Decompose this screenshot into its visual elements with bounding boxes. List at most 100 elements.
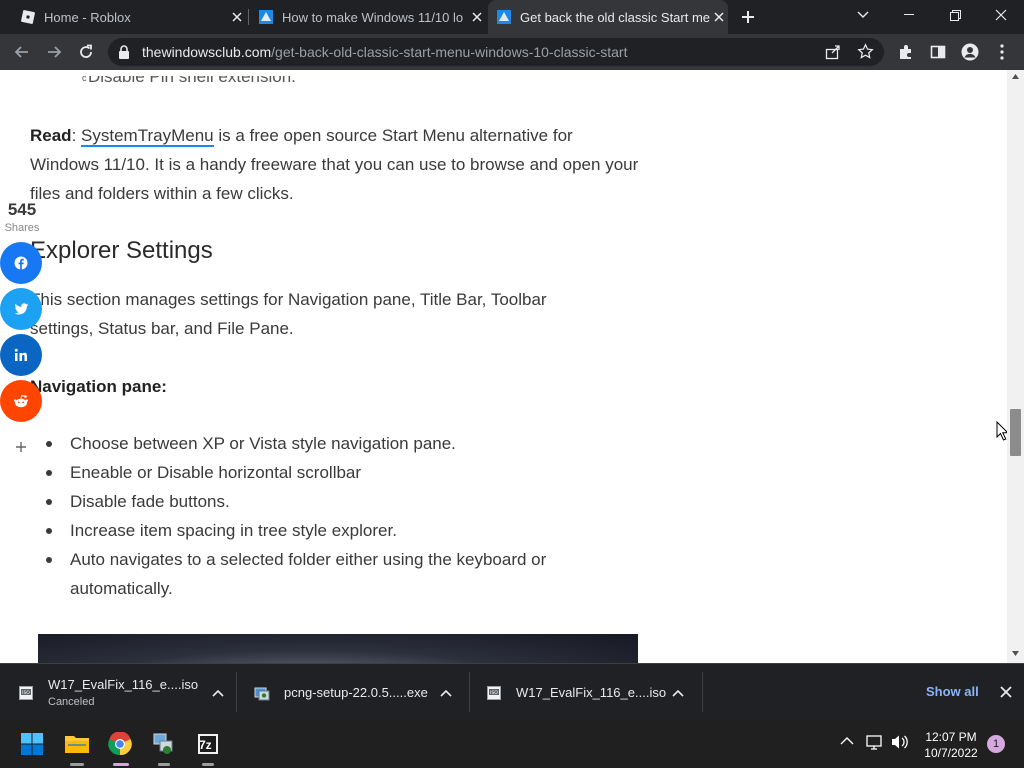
close-tab-icon[interactable] xyxy=(710,8,728,26)
download-filename: W17_EvalFix_116_e....iso xyxy=(48,677,199,692)
share-label: Shares xyxy=(4,222,40,234)
list-item: Eneable or Disable horizontal scrollbar xyxy=(30,458,610,487)
facebook-share-button[interactable] xyxy=(0,242,42,284)
explorer-settings-heading: Explorer Settings xyxy=(30,237,213,264)
windows-taskbar: 7z 12:07 PM 10/7/2022 1 xyxy=(0,720,1024,768)
download-divider xyxy=(469,672,470,712)
7zip-label: 7z xyxy=(199,738,212,752)
tab-windowsclub-lock[interactable]: How to make Windows 11/10 lo xyxy=(250,0,486,34)
clock-date: 10/7/2022 xyxy=(924,746,978,760)
running-indicator xyxy=(202,763,214,766)
volume-icon[interactable] xyxy=(891,734,909,750)
list-item: Disable fade buttons. xyxy=(30,487,610,516)
tab-roblox[interactable]: Home - Roblox xyxy=(12,0,246,34)
7zip-icon[interactable]: 7z xyxy=(192,728,224,760)
download-status: Canceled xyxy=(48,696,95,708)
systemtraymenu-link[interactable]: SystemTrayMenu xyxy=(81,126,214,147)
tab-divider xyxy=(248,9,249,25)
address-bar[interactable]: thewindowsclub.com/get-back-old-classic-… xyxy=(108,38,884,66)
network-icon[interactable] xyxy=(866,734,884,750)
tab-title: How to make Windows 11/10 lo xyxy=(282,9,464,25)
download-item[interactable]: ISO W17_EvalFix_116_e....iso xyxy=(486,664,690,721)
article-image xyxy=(38,634,638,663)
chevron-up-icon[interactable] xyxy=(440,689,452,697)
scrollbar-thumb[interactable] xyxy=(1010,409,1021,456)
download-item[interactable]: pcng-setup-22.0.5.....exe xyxy=(254,664,458,721)
close-tab-icon[interactable] xyxy=(228,8,246,26)
tab-search-chevron-icon[interactable] xyxy=(840,0,886,30)
browser-toolbar: thewindowsclub.com/get-back-old-classic-… xyxy=(0,34,1024,70)
iso-file-icon: ISO xyxy=(486,685,502,701)
minimize-icon[interactable] xyxy=(886,0,932,30)
new-tab-icon[interactable] xyxy=(736,6,760,28)
network-tool-icon[interactable] xyxy=(148,728,180,760)
web-page: Disable Pin shell extension. c Read: Sys… xyxy=(0,70,1024,663)
browser-tab-strip: Home - Roblox How to make Windows 11/10 … xyxy=(0,0,1024,34)
chevron-up-icon[interactable] xyxy=(212,689,224,697)
facebook-icon xyxy=(14,256,28,270)
scroll-down-arrow-icon[interactable] xyxy=(1012,651,1019,656)
list-item: Choose between XP or Vista style navigat… xyxy=(30,429,610,458)
close-window-icon[interactable] xyxy=(978,0,1024,30)
url-domain: thewindowsclub.com xyxy=(142,44,272,60)
linkedin-share-button[interactable] xyxy=(0,334,42,376)
download-divider xyxy=(702,672,703,712)
forward-icon[interactable] xyxy=(42,40,66,64)
svg-text:ISO: ISO xyxy=(22,690,30,696)
tab-title: Get back the old classic Start me xyxy=(520,9,710,25)
side-panel-icon[interactable] xyxy=(926,40,950,64)
browser-menu-icon[interactable] xyxy=(990,40,1014,64)
exe-installer-icon xyxy=(254,685,270,701)
url-path: /get-back-old-classic-start-menu-windows… xyxy=(271,44,628,60)
tab-active-classic-start[interactable]: Get back the old classic Start me xyxy=(488,0,728,34)
start-icon[interactable] xyxy=(16,728,48,760)
roblox-icon xyxy=(20,9,36,25)
tab-title: Home - Roblox xyxy=(44,9,131,25)
download-filename: pcng-setup-22.0.5.....exe xyxy=(284,685,428,700)
notification-badge[interactable]: 1 xyxy=(987,735,1005,753)
scroll-up-arrow-icon[interactable] xyxy=(1012,74,1019,79)
read-label: Read xyxy=(30,126,72,145)
clock-time: 12:07 PM xyxy=(925,730,977,744)
share-page-icon[interactable] xyxy=(825,44,841,60)
windowsclub-icon xyxy=(496,9,512,25)
download-filename: W17_EvalFix_116_e....iso xyxy=(516,685,667,700)
download-item[interactable]: ISO W17_EvalFix_116_e....iso Canceled xyxy=(18,664,230,721)
reddit-share-button[interactable] xyxy=(0,380,42,422)
chrome-icon[interactable] xyxy=(104,728,136,760)
download-shelf: ISO W17_EvalFix_116_e....iso Canceled pc… xyxy=(0,663,1024,720)
reload-icon[interactable] xyxy=(74,40,98,64)
close-shelf-icon[interactable] xyxy=(1000,686,1012,698)
list-item: Increase item spacing in tree style expl… xyxy=(30,516,610,545)
iso-file-icon: ISO xyxy=(18,685,34,701)
close-tab-icon[interactable] xyxy=(468,8,486,26)
bookmark-star-icon[interactable] xyxy=(857,43,874,60)
profile-avatar-icon[interactable] xyxy=(958,40,982,64)
file-explorer-icon[interactable] xyxy=(61,728,93,760)
linkedin-icon xyxy=(14,348,28,362)
url-text: thewindowsclub.com/get-back-old-classic-… xyxy=(142,44,628,60)
read-paragraph: Read: SystemTrayMenu is a free open sour… xyxy=(30,126,639,203)
twitter-share-button[interactable] xyxy=(0,288,42,330)
active-indicator xyxy=(113,763,129,766)
windowsclub-icon xyxy=(258,9,274,25)
navigation-options-list: Choose between XP or Vista style navigat… xyxy=(30,429,610,603)
system-clock[interactable]: 12:07 PM 10/7/2022 xyxy=(918,729,984,761)
restore-icon[interactable] xyxy=(932,0,978,30)
list-item: Auto navigates to a selected folder eith… xyxy=(30,545,610,603)
page-scrollbar[interactable] xyxy=(1007,70,1024,663)
download-divider xyxy=(236,672,237,712)
plus-icon xyxy=(15,441,27,453)
partial-list-item: Disable Pin shell extension. xyxy=(88,70,296,86)
navigation-pane-subheading: Navigation pane: xyxy=(30,377,167,396)
chevron-up-icon[interactable] xyxy=(672,689,684,697)
back-icon[interactable] xyxy=(10,40,34,64)
extensions-puzzle-icon[interactable] xyxy=(894,40,918,64)
more-share-button[interactable] xyxy=(0,426,42,468)
svg-text:ISO: ISO xyxy=(490,690,498,696)
show-all-button[interactable]: Show all xyxy=(926,684,979,699)
intro-paragraph: This section manages settings for Naviga… xyxy=(30,290,547,338)
lock-icon[interactable] xyxy=(118,45,130,59)
hidden-icons-chevron-icon[interactable] xyxy=(840,736,854,746)
running-indicator xyxy=(70,763,84,766)
